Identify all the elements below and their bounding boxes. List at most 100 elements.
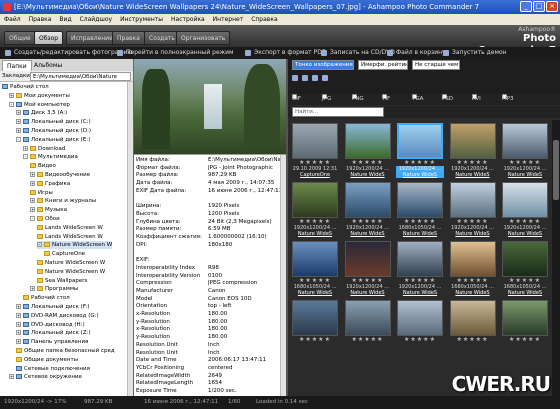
thumbnail[interactable]: ★★★★★ 29.10.2009 12:31 CaptureOne xyxy=(290,122,340,179)
tree-item[interactable]: - Обои xyxy=(30,215,60,223)
expand-icon[interactable]: - xyxy=(16,136,21,142)
tree-item[interactable]: CaptureOne xyxy=(44,250,85,258)
thumbnail[interactable]: ★★★★★ 1920x1200/24 ... Nature WideS xyxy=(343,181,393,238)
tree-item[interactable]: + Музыка xyxy=(30,206,67,214)
filter-icon[interactable] xyxy=(322,75,328,81)
thumbnail-image[interactable] xyxy=(292,300,338,336)
expand-icon[interactable]: - xyxy=(23,154,28,160)
action-button[interactable]: Запустить демон xyxy=(452,47,507,59)
sort-dropdown[interactable]: Тонко изображения xyxy=(292,60,354,70)
tab-2[interactable]: Исправление xyxy=(66,31,118,45)
tree-item[interactable]: - Локальный диск (E:) xyxy=(16,136,90,144)
expand-icon[interactable]: + xyxy=(9,374,14,380)
menu-item[interactable]: Справка xyxy=(247,14,281,25)
tree-item[interactable]: Nature WideScreen W xyxy=(37,268,105,276)
thumbnail-image[interactable] xyxy=(449,241,496,277)
action-button[interactable]: Экспорт в формат PDF xyxy=(254,47,325,59)
menu-item[interactable]: Файл xyxy=(0,14,25,25)
expand-icon[interactable]: + xyxy=(16,128,21,133)
thumbnail[interactable]: ★★★★★ 1920x1200/24 ... Nature WideS xyxy=(500,122,550,179)
thumbnail-image[interactable] xyxy=(397,241,443,277)
tree-item[interactable]: Видео xyxy=(30,162,56,170)
view-icon[interactable] xyxy=(292,75,298,81)
tree-item[interactable]: - Nature WideScreen W xyxy=(37,241,113,250)
expand-icon[interactable]: + xyxy=(16,312,21,318)
thumbnail-image[interactable] xyxy=(292,123,338,159)
expand-icon[interactable]: + xyxy=(16,321,21,327)
expand-icon[interactable]: + xyxy=(30,286,35,292)
age-dropdown[interactable]: Не старше чем xyxy=(412,60,460,70)
tree-item[interactable]: Общие папка безопасный сред xyxy=(16,347,115,355)
action-button[interactable]: Файл в корзину xyxy=(396,47,446,59)
tree-item[interactable]: + Мои документы xyxy=(9,92,70,100)
thumbnail[interactable]: ★★★★★ xyxy=(395,299,445,356)
tree-item[interactable]: + Видеообучение xyxy=(30,171,90,179)
search-input[interactable]: Найти... xyxy=(292,107,384,117)
tab-1[interactable]: Обзор xyxy=(34,31,64,45)
path-field[interactable]: E:\Мультимедиа\Обои\Nature xyxy=(30,72,131,81)
tab-albums[interactable]: Альбомы xyxy=(30,60,66,71)
menu-item[interactable]: Настройка xyxy=(167,14,209,25)
tree-item[interactable]: Lands WideScreen W xyxy=(37,224,103,232)
tree-item[interactable]: Nature WideScreen W xyxy=(37,259,105,267)
thumbnail-image[interactable] xyxy=(397,123,443,159)
expand-icon[interactable]: - xyxy=(30,216,35,221)
thumbnail[interactable]: ★★★★★ 1680x1050/24 ... Nature WideS xyxy=(290,240,340,297)
action-icon[interactable] xyxy=(321,50,327,56)
action-icon[interactable] xyxy=(5,50,11,56)
thumbnail-image[interactable] xyxy=(449,300,496,336)
action-icon[interactable] xyxy=(387,50,393,56)
thumbnail[interactable]: ★★★★★ 1920x1200/24 ... Nature WideS xyxy=(500,181,550,238)
thumbnail-image[interactable] xyxy=(502,300,548,336)
rating-dropdown[interactable]: Имерфи. рейтинг xyxy=(358,60,408,70)
thumbs-scrollbar[interactable] xyxy=(552,120,560,396)
thumbnail[interactable]: ★★★★★ xyxy=(500,299,550,356)
tab-4[interactable]: Создать xyxy=(144,31,180,45)
thumbnail[interactable]: ★★★★★ 1920x1200/24 ... Nature WideS xyxy=(448,181,498,238)
expand-icon[interactable]: + xyxy=(16,110,21,116)
thumbnail-image[interactable] xyxy=(344,241,391,277)
expand-icon[interactable]: + xyxy=(30,172,35,177)
expand-icon[interactable]: + xyxy=(30,198,35,204)
tree-item[interactable]: + Диск 3,5 (A:) xyxy=(16,109,67,117)
menu-item[interactable]: Правка xyxy=(25,14,56,25)
thumbnail[interactable]: ★★★★★ 1920x1200/24 ... Nature WideS xyxy=(395,122,445,179)
tab-0[interactable]: Общие xyxy=(4,31,36,45)
action-icon[interactable] xyxy=(117,50,123,56)
tree-scrollbar[interactable] xyxy=(127,82,133,396)
thumbnail[interactable]: ★★★★★ 1680x1050/24 ... Nature WideS xyxy=(500,240,550,297)
thumbnail[interactable]: ★★★★★ 1920x1200/24 ... Nature WideS xyxy=(448,122,498,179)
thumbnail[interactable]: ★★★★★ 1680x1050/24 ... Nature WideS xyxy=(395,181,445,238)
minimize-button[interactable]: _ xyxy=(520,1,532,12)
expand-icon[interactable]: + xyxy=(30,180,35,186)
thumbnail-image[interactable] xyxy=(397,300,443,336)
thumbnail[interactable]: ★★★★★ 1920x1200/24 ... Nature WideS xyxy=(290,181,340,238)
tree-item[interactable]: + Download xyxy=(23,145,65,153)
expand-icon[interactable]: + xyxy=(16,330,21,336)
menu-item[interactable]: Интернет xyxy=(209,14,248,25)
action-icon[interactable] xyxy=(245,50,251,56)
tree-item[interactable]: Рабочий стол xyxy=(2,83,49,91)
tree-item[interactable]: + Книги и журналы xyxy=(30,197,96,205)
thumbnail[interactable]: ★★★★★ xyxy=(290,299,340,356)
expand-icon[interactable]: - xyxy=(37,242,42,248)
maximize-button[interactable]: □ xyxy=(533,1,545,12)
thumbnail[interactable]: ★★★★★ 1920x1200/24 ... Nature WideS xyxy=(343,122,393,179)
thumbnail[interactable]: ★★★★★ 1680x1050/24 ... Nature WideS xyxy=(448,240,498,297)
tree-item[interactable]: Сетевые подключения xyxy=(16,365,90,373)
tree-item[interactable]: + Программы xyxy=(30,285,78,293)
menu-item[interactable]: Слайдшоу xyxy=(76,14,116,25)
tab-5[interactable]: Организовать xyxy=(176,31,231,45)
close-button[interactable]: × xyxy=(546,1,558,12)
thumbnail-image[interactable] xyxy=(344,123,391,159)
thumbnail-image[interactable] xyxy=(502,241,548,277)
thumbnail-image[interactable] xyxy=(397,182,443,218)
expand-icon[interactable]: + xyxy=(9,92,14,98)
thumbnail[interactable]: ★★★★★ 1920x1200/24 ... Nature WideS xyxy=(343,240,393,297)
tree-item[interactable]: + Локальный диск (F:) xyxy=(16,303,90,311)
tree-item[interactable]: Рабочий стол xyxy=(23,294,70,302)
action-button[interactable]: Создать/редактировать фотографию xyxy=(14,47,133,59)
tree-item[interactable]: + DVD-RAM дисковод (G:) xyxy=(16,312,99,320)
tree-item[interactable]: - Мультимедиа xyxy=(23,153,78,161)
thumbnail-image[interactable] xyxy=(449,123,496,159)
